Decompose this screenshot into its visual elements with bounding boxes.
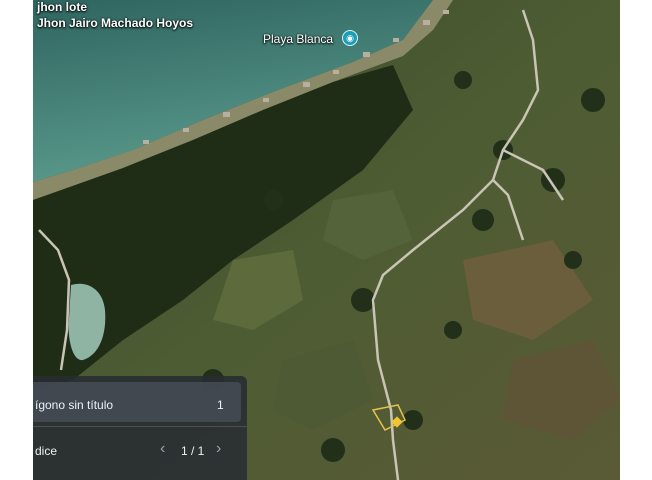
panel-divider xyxy=(33,426,247,427)
page-indicator: 1 / 1 xyxy=(181,444,205,458)
chevron-left-icon[interactable]: ‹ xyxy=(160,440,165,458)
panel-item-label: ígono sin título xyxy=(35,398,114,412)
layers-panel: ígono sin título 1 dice ‹ 1 / 1 › xyxy=(33,376,247,480)
place-label[interactable]: Playa Blanca xyxy=(263,32,333,46)
panel-item-count: 1 xyxy=(217,398,224,412)
map-title: jhon lote xyxy=(37,0,87,14)
chevron-right-icon[interactable]: › xyxy=(216,440,221,458)
panel-footer-label: dice xyxy=(35,444,58,458)
camera-pin-icon[interactable]: ◉ xyxy=(342,30,358,46)
panel-item-row[interactable]: ígono sin título 1 xyxy=(33,382,241,422)
map-subtitle: Jhon Jairo Machado Hoyos xyxy=(37,16,194,30)
